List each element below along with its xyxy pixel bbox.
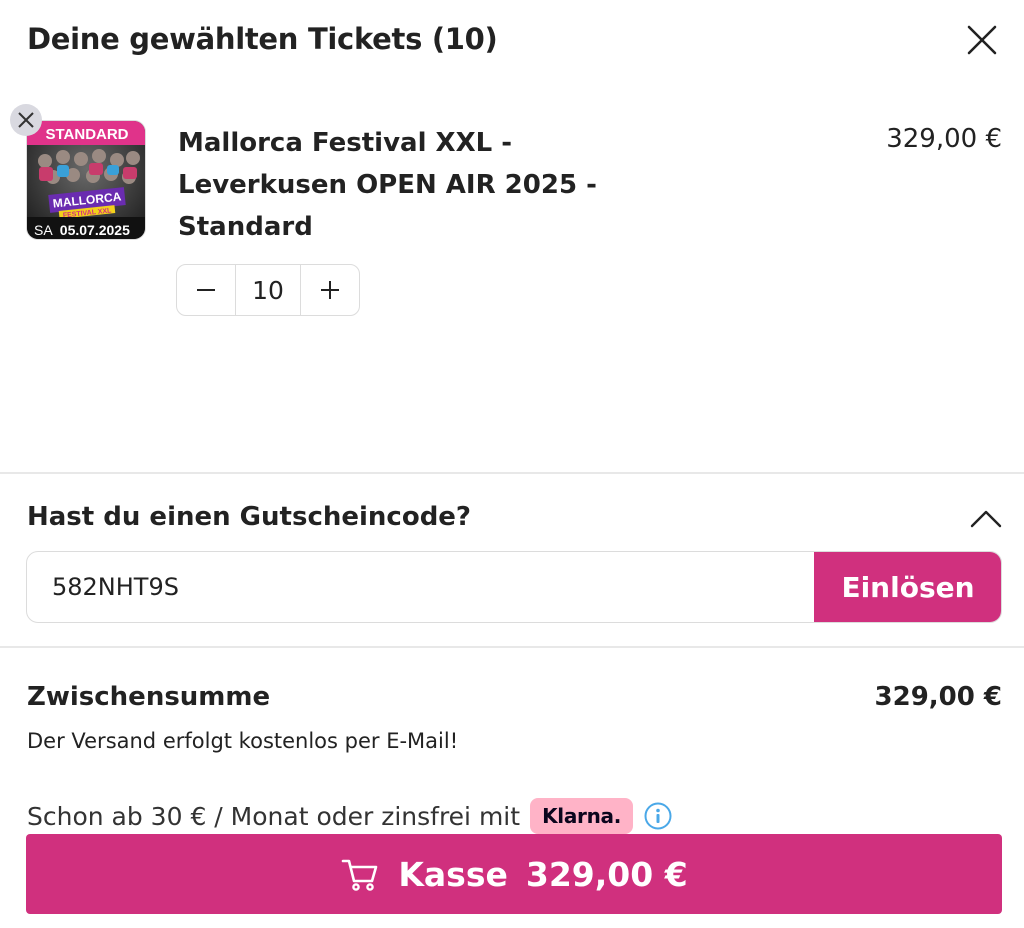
- divider: [0, 646, 1024, 648]
- voucher-title: Hast du einen Gutscheincode?: [27, 502, 472, 532]
- minus-icon: [197, 289, 215, 291]
- plus-icon: [321, 281, 339, 299]
- voucher-toggle[interactable]: [966, 502, 1006, 534]
- subtotal-label: Zwischensumme: [27, 682, 271, 712]
- thumbnail-date: 05.07.2025: [60, 222, 130, 238]
- chevron-up-icon: [970, 510, 1002, 528]
- quantity-value[interactable]: 10: [235, 265, 301, 315]
- installment-info: Schon ab 30 € / Monat oder zinsfrei mit …: [27, 797, 673, 835]
- thumbnail-tag: STANDARD: [45, 126, 128, 143]
- checkout-amount: 329,00 €: [525, 854, 688, 894]
- info-button[interactable]: [643, 801, 673, 831]
- close-icon: [967, 25, 997, 55]
- thumbnail-date-day: SA: [34, 222, 53, 238]
- ticket-thumbnail: STANDARD MALLORCA FESTIVAL XXL SA 05.07.…: [26, 120, 146, 240]
- installment-text: Schon ab 30 € / Monat oder zinsfrei mit: [27, 801, 521, 831]
- ticket-price: 329,00 €: [886, 124, 1002, 154]
- voucher-form: Einlösen: [26, 551, 1002, 623]
- increase-quantity-button[interactable]: [301, 265, 359, 315]
- checkout-label: Kasse: [398, 854, 508, 894]
- close-button[interactable]: [962, 20, 1002, 60]
- divider: [0, 472, 1024, 474]
- cart-panel: Deine gewählten Tickets (10) STANDARD MA…: [0, 0, 1024, 928]
- voucher-input[interactable]: [27, 552, 815, 622]
- quantity-stepper: 10: [176, 264, 360, 316]
- subtotal-value: 329,00 €: [874, 682, 1002, 712]
- ticket-title: Mallorca Festival XXL - Leverkusen OPEN …: [178, 128, 597, 242]
- info-icon: [644, 802, 672, 830]
- page-title: Deine gewählten Tickets (10): [27, 22, 498, 56]
- decrease-quantity-button[interactable]: [177, 265, 235, 315]
- cart-icon: [342, 859, 378, 891]
- klarna-badge: Klarna.: [530, 798, 634, 834]
- svg-text:SA 05.07.2025: SA 05.07.2025: [34, 222, 130, 238]
- redeem-button[interactable]: Einlösen: [814, 552, 1001, 622]
- checkout-button[interactable]: Kasse 329,00 €: [26, 834, 1002, 914]
- remove-icon: [18, 112, 34, 128]
- shipping-note: Der Versand erfolgt kostenlos per E-Mail…: [27, 729, 459, 753]
- remove-item-button[interactable]: [10, 104, 42, 136]
